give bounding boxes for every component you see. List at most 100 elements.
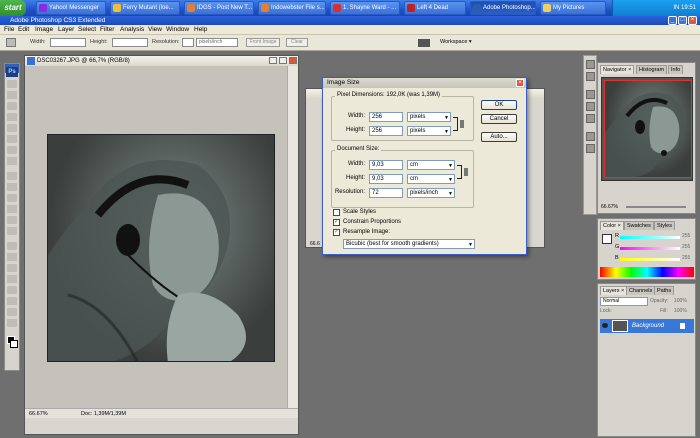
doc-width-input[interactable]: 9,03 [369, 160, 403, 170]
tab-histogram[interactable]: Histogram [636, 65, 668, 74]
minimize-button[interactable]: _ [668, 16, 677, 25]
tab-color[interactable]: Color × [600, 221, 624, 230]
paragraph-icon[interactable] [586, 144, 595, 153]
resolution-input[interactable]: 72 [369, 188, 403, 198]
doc-minimize-button[interactable] [269, 57, 277, 64]
scale-styles-checkbox[interactable] [333, 209, 340, 216]
taskbar-button[interactable]: My Pictures [540, 1, 606, 15]
doc-close-button[interactable] [289, 57, 297, 64]
tool-presets-icon[interactable] [418, 39, 430, 47]
dialog-close-button[interactable]: × [516, 79, 524, 87]
brushes-icon[interactable] [586, 90, 595, 99]
canvas-area[interactable] [25, 66, 287, 408]
eye-icon[interactable] [602, 323, 608, 328]
menu-select[interactable]: Select [78, 25, 96, 35]
pixel-height-unit-select[interactable]: pixels ▼ [407, 126, 451, 136]
menu-edit[interactable]: Edit [18, 25, 29, 35]
shape-tool-icon[interactable] [7, 275, 17, 283]
layer-row[interactable]: Background [600, 319, 694, 333]
taskbar-button[interactable]: IDGS - Post New T... [184, 1, 254, 15]
taskbar-button[interactable]: 1. Shayne Ward - ... [330, 1, 400, 15]
color-spectrum-bar[interactable] [600, 267, 694, 277]
menu-analysis[interactable]: Analysis [120, 25, 144, 35]
menu-window[interactable]: Window [166, 25, 189, 35]
opt-resolution-unit[interactable]: pixels/inch [196, 38, 238, 47]
move-tool-icon[interactable] [7, 80, 17, 88]
character-icon[interactable] [586, 132, 595, 141]
slice-tool-icon[interactable] [7, 135, 17, 143]
b-slider[interactable] [620, 258, 680, 261]
menu-filter[interactable]: Filter [100, 25, 114, 35]
g-slider[interactable] [620, 247, 680, 250]
opt-height-field[interactable] [112, 38, 148, 47]
resample-image-checkbox[interactable]: ✓ [333, 229, 340, 236]
type-tool-icon[interactable] [7, 253, 17, 261]
opacity-value[interactable]: 100% [674, 298, 687, 304]
history-icon[interactable] [586, 60, 595, 69]
menu-layer[interactable]: Layer [58, 25, 74, 35]
pixel-width-input[interactable]: 256 [369, 112, 403, 122]
actions-icon[interactable] [586, 72, 595, 81]
doc-width-unit-select[interactable]: cm ▼ [407, 160, 455, 170]
tab-layers[interactable]: Layers × [600, 286, 628, 295]
tab-info[interactable]: Info [668, 65, 684, 74]
ok-button[interactable]: OK [481, 100, 517, 110]
navigator-thumbnail[interactable] [601, 77, 693, 181]
resample-method-select[interactable]: Bicubic (best for smooth gradients) ▼ [343, 239, 475, 249]
blur-tool-icon[interactable] [7, 216, 17, 224]
fill-value[interactable]: 100% [674, 308, 687, 314]
crop-tool-icon[interactable] [6, 38, 16, 47]
tab-styles[interactable]: Styles [654, 221, 675, 230]
blend-mode-select[interactable]: Normal [600, 297, 648, 306]
vertical-scrollbar[interactable] [287, 66, 298, 408]
doc-size-info[interactable]: Doc: 1,39M/1,39M [81, 409, 126, 419]
gradient-tool-icon[interactable] [7, 205, 17, 213]
cancel-button[interactable]: Cancel [481, 114, 517, 124]
front-image-button[interactable]: Front Image [246, 38, 280, 47]
taskbar-button[interactable]: Indowebster File s... [258, 1, 326, 15]
foreground-color-swatch[interactable] [602, 234, 612, 244]
clone-source-icon[interactable] [586, 114, 595, 123]
menu-file[interactable]: File [4, 25, 14, 35]
constrain-proportions-checkbox[interactable]: ✓ [333, 219, 340, 226]
pen-tool-icon[interactable] [7, 242, 17, 250]
pixel-width-unit-select[interactable]: pixels ▼ [407, 112, 451, 122]
magic-wand-tool-icon[interactable] [7, 113, 17, 121]
hand-tool-icon[interactable] [7, 308, 17, 316]
dodge-tool-icon[interactable] [7, 227, 17, 235]
close-button[interactable]: × [688, 16, 697, 25]
notes-tool-icon[interactable] [7, 286, 17, 294]
menu-help[interactable]: Help [194, 25, 207, 35]
tab-channels[interactable]: Channels [626, 286, 656, 295]
brush-tool-icon[interactable] [7, 157, 17, 165]
taskbar-button[interactable]: Yahoo! Messenger [36, 1, 106, 15]
doc-maximize-button[interactable] [279, 57, 287, 64]
menu-view[interactable]: View [148, 25, 162, 35]
g-value[interactable]: 255 [682, 244, 690, 250]
tab-swatches[interactable]: Swatches [624, 221, 654, 230]
healing-brush-icon[interactable] [7, 146, 17, 154]
menu-image[interactable]: Image [35, 25, 53, 35]
resolution-unit-select[interactable]: pixels/inch ▼ [407, 188, 455, 198]
background-color-icon[interactable] [10, 340, 18, 348]
taskbar-button[interactable]: Ferry Mutant (loe... [110, 1, 180, 15]
opt-resolution-field[interactable] [182, 38, 194, 47]
workspace-button[interactable]: Workspace ▾ [440, 39, 472, 45]
marquee-tool-icon[interactable] [7, 91, 17, 99]
lasso-tool-icon[interactable] [7, 102, 17, 110]
doc-height-input[interactable]: 9,03 [369, 174, 403, 184]
navigator-view-box[interactable] [604, 80, 692, 178]
tool-presets-panel-icon[interactable] [586, 102, 595, 111]
zoom-level[interactable]: 66.67% [29, 409, 48, 419]
clone-stamp-icon[interactable] [7, 172, 17, 180]
taskbar-button[interactable]: Left 4 Dead [404, 1, 466, 15]
opt-width-field[interactable] [50, 38, 86, 47]
b-value[interactable]: 255 [682, 255, 690, 261]
r-slider[interactable] [620, 236, 680, 239]
maximize-button[interactable]: □ [678, 16, 687, 25]
pixel-height-input[interactable]: 256 [369, 126, 403, 136]
doc-height-unit-select[interactable]: cm ▼ [407, 174, 455, 184]
canvas-image[interactable] [47, 134, 275, 362]
history-brush-icon[interactable] [7, 183, 17, 191]
clear-button[interactable]: Clear [286, 38, 308, 47]
